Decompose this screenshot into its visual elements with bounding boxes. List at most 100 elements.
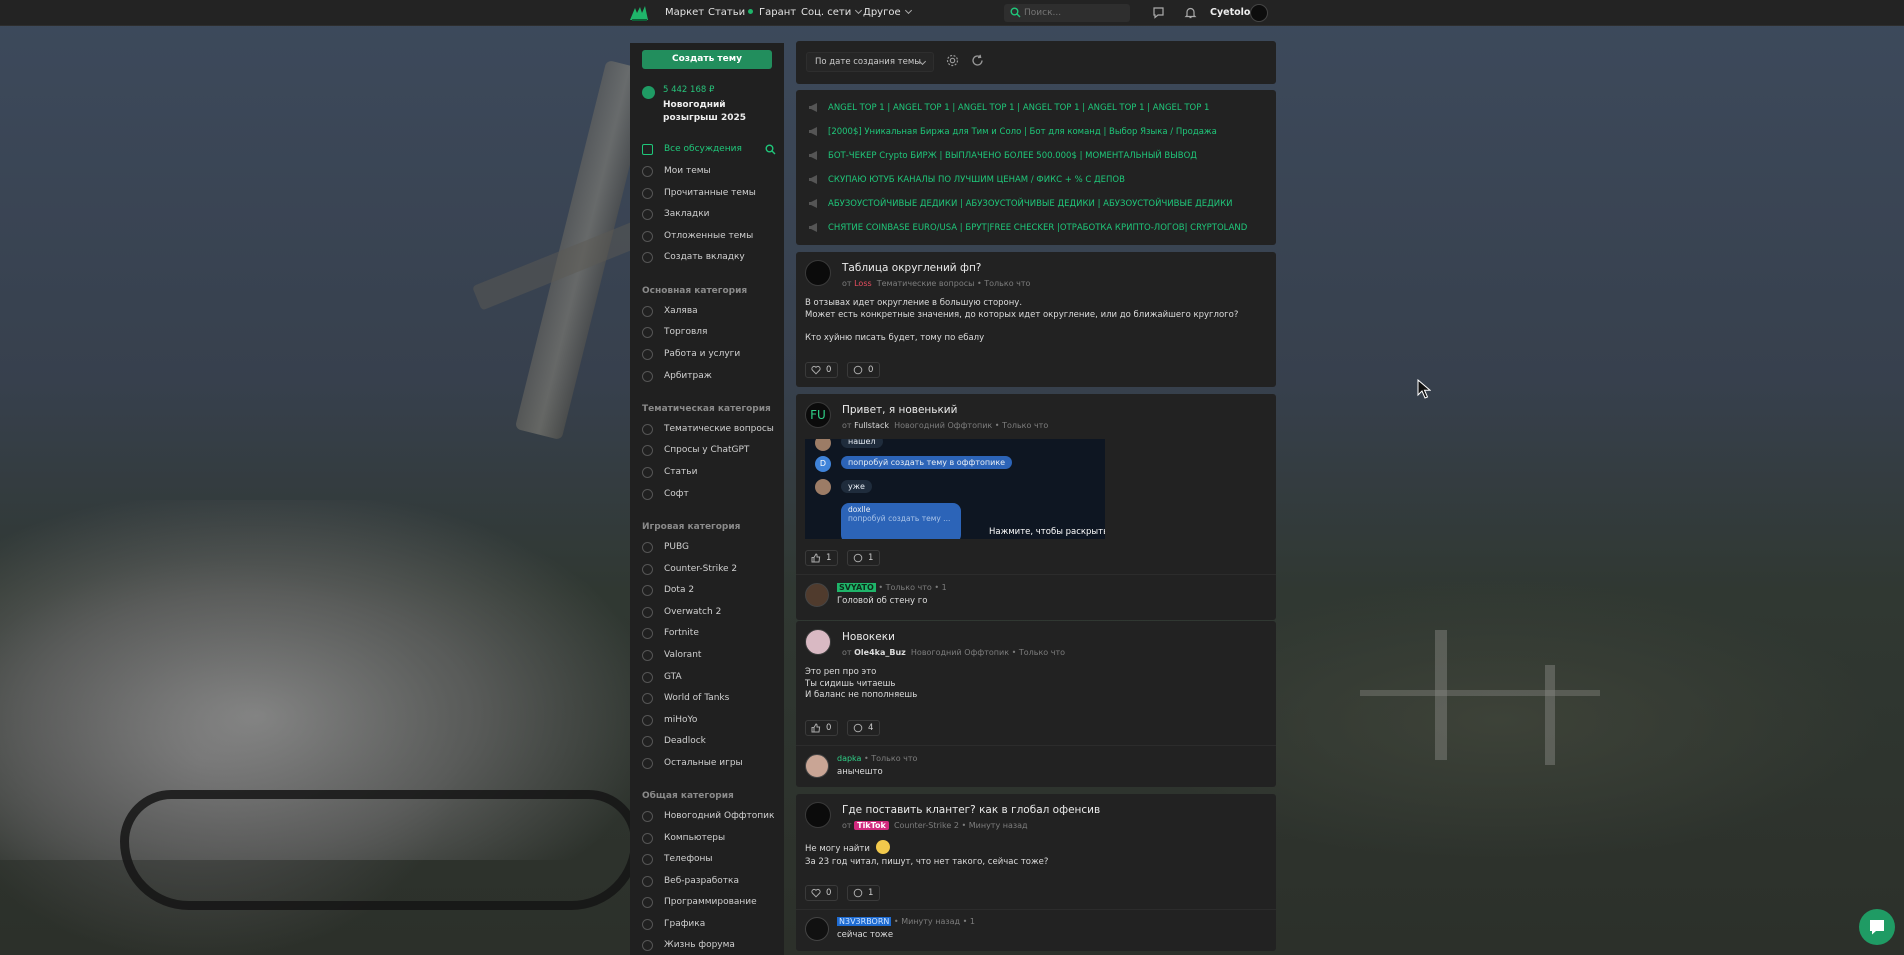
sidebar-item-computers[interactable]: Компьютеры (642, 832, 778, 846)
messages-icon[interactable] (1152, 6, 1165, 19)
like-button[interactable]: 1 (805, 550, 839, 566)
sidebar-item-overwatch2[interactable]: Overwatch 2 (642, 606, 778, 620)
sticky-thread[interactable]: БОТ-ЧЕКЕР Crypto БИРЖ | ВЫПЛАЧЕНО БОЛЕЕ … (808, 149, 1268, 163)
sidebar-item-wot[interactable]: World of Tanks (642, 692, 778, 706)
sidebar-item-bookmarks[interactable]: Закладки (642, 208, 778, 222)
sidebar-item-deadlock[interactable]: Deadlock (642, 735, 778, 749)
megaphone-icon (809, 103, 817, 112)
thread-title[interactable]: Где поставить клантег? как в глобал офен… (842, 804, 1100, 816)
author-avatar[interactable] (805, 629, 831, 655)
sidebar-item-phones[interactable]: Телефоны (642, 853, 778, 867)
sidebar-item-label: Спросы у ChatGPT (664, 445, 750, 455)
search-input[interactable] (1024, 6, 1124, 20)
author-avatar[interactable]: FU (805, 402, 831, 428)
expand-link[interactable]: Нажмите, чтобы раскрыть... (989, 527, 1105, 537)
latest-reply[interactable]: SVYATO • Только что • 1 Головой об стену… (805, 581, 1275, 615)
like-button[interactable]: 0 (805, 720, 839, 736)
sidebar-item-other-games[interactable]: Остальные игры (642, 757, 778, 771)
author-name[interactable]: Fullstack (854, 421, 889, 430)
like-button[interactable]: 0 (805, 885, 839, 901)
nav-market[interactable]: Маркет (665, 7, 704, 18)
sidebar-item-articles[interactable]: Статьи (642, 466, 778, 480)
reply-avatar[interactable] (805, 583, 829, 607)
nav-guarantor[interactable]: Гарант (759, 7, 796, 18)
author-name[interactable]: Loss (854, 279, 872, 288)
sidebar-item-cs2[interactable]: Counter-Strike 2 (642, 563, 778, 577)
comments-button[interactable]: 4 (847, 720, 881, 736)
sidebar-item-postponed[interactable]: Отложенные темы (642, 230, 778, 244)
sidebar-item-all-discussions[interactable]: Все обсуждения (642, 143, 778, 157)
sticky-thread[interactable]: ANGEL TOP 1 | ANGEL TOP 1 | ANGEL TOP 1 … (808, 101, 1268, 115)
sticky-thread[interactable]: СКУПАЮ ЮТУБ КАНАЛЫ ПО ЛУЧШИМ ЦЕНАМ / ФИК… (808, 173, 1268, 187)
author-name[interactable]: Ole4ka_Buz (854, 648, 906, 657)
sidebar-item-programming[interactable]: Программирование (642, 896, 778, 910)
sidebar-item-gta[interactable]: GTA (642, 671, 778, 685)
sidebar-item-forum-life[interactable]: Жизнь форума (642, 939, 778, 953)
thumbs-up-icon (811, 553, 821, 563)
latest-reply[interactable]: N3V3RBORN • Минуту назад • 1 сейчас тоже (805, 915, 1275, 949)
latest-reply[interactable]: dapka • Только что анычешто (805, 752, 1275, 786)
sticky-thread[interactable]: [2000$] Уникальная Биржа для Тим и Соло … (808, 125, 1268, 139)
thread-category[interactable]: Новогодний Оффтопик (911, 648, 1009, 657)
sidebar-item-fortnite[interactable]: Fortnite (642, 627, 778, 641)
sidebar-item-pubg[interactable]: PUBG (642, 541, 778, 555)
reply-author[interactable]: N3V3RBORN (837, 917, 892, 926)
thread-category[interactable]: Тематические вопросы (877, 279, 975, 288)
thread-category[interactable]: Counter-Strike 2 (894, 821, 959, 830)
sidebar-item-trade[interactable]: Торговля (642, 326, 778, 340)
comments-button[interactable]: 1 (847, 550, 881, 566)
like-button[interactable]: 0 (805, 362, 839, 378)
sidebar-item-dota2[interactable]: Dota 2 (642, 584, 778, 598)
thread-image-preview[interactable]: нашёл D попробуй создать тему в оффтопик… (805, 439, 1105, 539)
reply-author[interactable]: SVYATO (837, 583, 876, 592)
gear-icon[interactable] (946, 54, 959, 67)
thread-category[interactable]: Новогодний Оффтопик (894, 421, 992, 430)
reply-text: Головой об стену го (837, 596, 928, 606)
nav-other[interactable]: Другое (863, 6, 912, 18)
sticky-thread[interactable]: СНЯТИЕ COINBASE EURO/USA | БРУТ|FREE CHE… (808, 221, 1268, 235)
nav-articles[interactable]: Статьи (708, 7, 754, 18)
reply-avatar[interactable] (805, 754, 829, 778)
comments-button[interactable]: 1 (847, 885, 881, 901)
thread-title[interactable]: Таблица округлений фп? (842, 262, 981, 274)
refresh-icon[interactable] (971, 54, 984, 67)
sidebar-item-work[interactable]: Работа и услуги (642, 348, 778, 362)
sidebar-item-mihoyo[interactable]: miHoYo (642, 714, 778, 728)
author-avatar[interactable] (805, 260, 831, 286)
sidebar-item-arbitrage[interactable]: Арбитраж (642, 370, 778, 384)
sidebar-item-my-threads[interactable]: Мои темы (642, 165, 778, 179)
sticky-thread[interactable]: АБУЗОУСТОЙЧИВЫЕ ДЕДИКИ | АБУЗОУСТОЙЧИВЫЕ… (808, 197, 1268, 211)
author-avatar[interactable] (805, 802, 831, 828)
sidebar-item-software[interactable]: Софт (642, 488, 778, 502)
logo-icon[interactable] (629, 5, 649, 22)
sidebar-item-freebies[interactable]: Халява (642, 305, 778, 319)
sidebar-item-create-tab[interactable]: Создать вкладку (642, 251, 778, 265)
sidebar-item-chatgpt[interactable]: Спросы у ChatGPT (642, 444, 778, 458)
reply-author[interactable]: dapka (837, 754, 861, 763)
reply-avatar[interactable] (805, 917, 829, 941)
thread-time: Только что (1002, 421, 1049, 430)
comments-button[interactable]: 0 (847, 362, 881, 378)
user-avatar[interactable] (1250, 4, 1268, 22)
search-box[interactable] (1004, 4, 1130, 22)
sidebar-item-read-threads[interactable]: Прочитанные темы (642, 187, 778, 201)
create-thread-button[interactable]: Создать тему (642, 50, 772, 69)
mouse-cursor-icon (1417, 379, 1431, 399)
sidebar-item-topic-questions[interactable]: Тематические вопросы (642, 423, 778, 437)
search-icon[interactable] (765, 144, 776, 155)
sidebar-item-label: Графика (664, 919, 706, 929)
nav-social[interactable]: Соц. сети (801, 6, 863, 18)
sidebar-item-webdev[interactable]: Веб-разработка (642, 875, 778, 889)
author-name[interactable]: TikTok (854, 821, 889, 830)
sidebar-item-ny-offtopic[interactable]: Новогодний Оффтопик (642, 810, 778, 824)
promo-title[interactable]: Новогодний розыгрыш 2025 (663, 99, 778, 125)
sidebar-item-graphics[interactable]: Графика (642, 918, 778, 932)
chat-message: попробуй создать тему в оффтопике (841, 456, 1013, 469)
bell-icon[interactable] (1184, 6, 1197, 19)
thread-title[interactable]: Привет, я новенький (842, 404, 957, 416)
sticky-thread-title: ANGEL TOP 1 | ANGEL TOP 1 | ANGEL TOP 1 … (828, 103, 1210, 113)
sort-select[interactable]: По дате создания темы (806, 52, 934, 72)
chat-button[interactable] (1859, 909, 1895, 945)
sidebar-item-valorant[interactable]: Valorant (642, 649, 778, 663)
thread-title[interactable]: Новокеки (842, 631, 895, 643)
